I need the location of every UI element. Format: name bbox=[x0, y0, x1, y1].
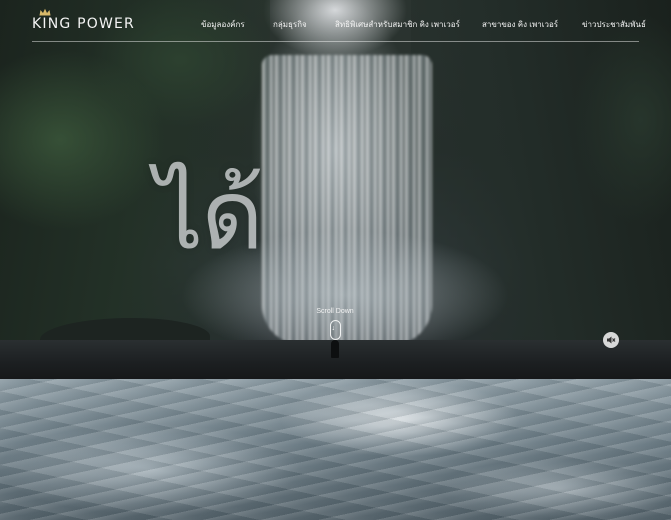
water-surface-section bbox=[0, 379, 671, 520]
scroll-indicator[interactable]: ↓ bbox=[329, 320, 341, 340]
nav-item-about[interactable]: ข้อมูลองค์กร bbox=[201, 18, 245, 31]
arrow-down-icon: ↓ bbox=[331, 325, 336, 332]
hero-headline: ได้ bbox=[155, 159, 264, 271]
scroll-down[interactable]: Scroll Down ↓ bbox=[300, 308, 370, 345]
page: KING POWER ข้อมูลองค์กร กลุ่มธุรกิจ สิทธ… bbox=[0, 0, 671, 520]
nav-item-branches[interactable]: สาขาของ คิง เพาเวอร์ bbox=[482, 18, 558, 31]
nav-item-business-group[interactable]: กลุ่มธุรกิจ bbox=[273, 18, 307, 31]
speaker-muted-icon bbox=[607, 336, 616, 344]
main-nav: ข้อมูลองค์กร กลุ่มธุรกิจ สิทธิพิเศษสำหรั… bbox=[32, 18, 646, 32]
nav-item-news[interactable]: ข่าวประชาสัมพันธ์ bbox=[582, 18, 646, 31]
water-ripples bbox=[0, 379, 671, 520]
nav-item-member-privileges[interactable]: สิทธิพิเศษสำหรับสมาชิก คิง เพาเวอร์ bbox=[335, 18, 460, 31]
mute-button[interactable] bbox=[603, 332, 619, 348]
crown-icon bbox=[39, 8, 51, 16]
site-header: KING POWER ข้อมูลองค์กร กลุ่มธุรกิจ สิทธ… bbox=[32, 0, 646, 42]
scroll-down-label: Scroll Down bbox=[316, 308, 354, 315]
